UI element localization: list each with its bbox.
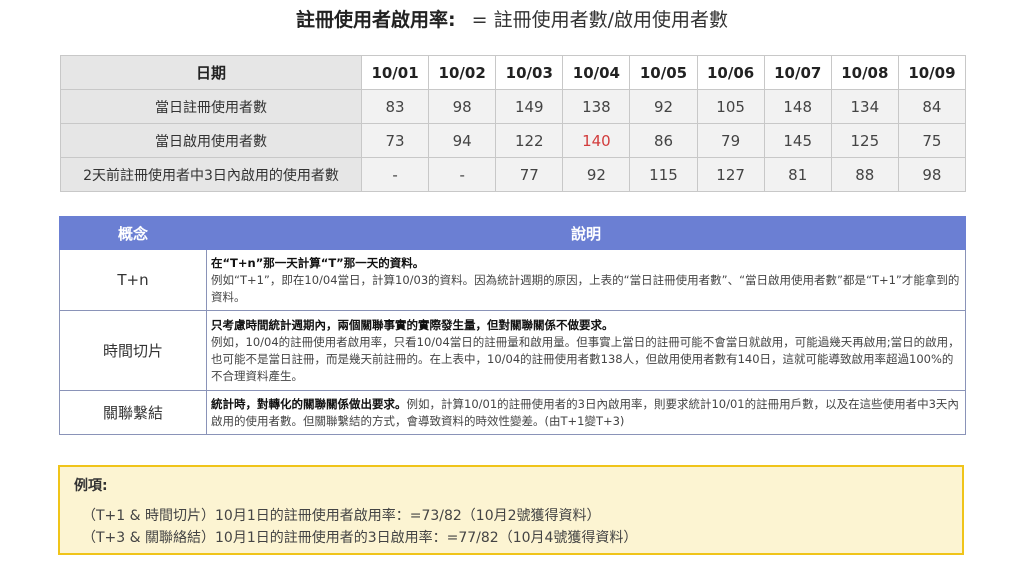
concept-term: 關聯繫結 — [59, 390, 207, 435]
highlighted-value-cell: 140 — [562, 123, 631, 158]
date-cell: 10/07 — [763, 55, 832, 90]
example-title: 例項: — [74, 478, 108, 494]
title-formula: = 註冊使用者數/啟用使用者數 — [471, 9, 729, 31]
concept-row: 時間切片 只考慮時間統計週期內，兩個關聯事實的實際發生量，但對關聯關係不做要求。… — [59, 310, 966, 391]
concept-lead: 只考慮時間統計週期內，兩個關聯事實的實際發生量，但對關聯關係不做要求。 — [211, 317, 614, 332]
value-cell: 92 — [629, 89, 698, 124]
value-cell: 98 — [897, 157, 967, 192]
description-header: 說明 — [206, 216, 966, 250]
value-cell: - — [428, 157, 497, 192]
value-cell: 149 — [495, 89, 564, 124]
table-row: 2天前註冊使用者中3日內啟用的使用者數 - - 77 92 115 127 81… — [60, 157, 967, 192]
date-cell: 10/02 — [428, 55, 497, 90]
concept-header: 概念 — [59, 216, 207, 250]
date-header: 日期 — [60, 55, 362, 90]
page-title: 註冊使用者啟用率: = 註冊使用者數/啟用使用者數 — [0, 6, 1024, 34]
date-cell: 10/08 — [830, 55, 899, 90]
value-cell: 138 — [562, 89, 631, 124]
value-cell: 127 — [696, 157, 765, 192]
value-cell: 98 — [428, 89, 497, 124]
value-cell: 134 — [830, 89, 899, 124]
value-cell: 81 — [763, 157, 832, 192]
value-cell: 88 — [830, 157, 899, 192]
concept-row: T+n 在“T+n”那一天計算“T”那一天的資料。 例如“T+1”，即在10/0… — [59, 249, 966, 311]
date-cell: 10/04 — [562, 55, 631, 90]
date-cell: 10/06 — [696, 55, 765, 90]
value-cell: 125 — [830, 123, 899, 158]
date-cell: 10/05 — [629, 55, 698, 90]
concept-lead: 在“T+n”那一天計算“T”那一天的資料。 — [211, 255, 425, 270]
value-cell: - — [360, 157, 430, 192]
value-cell: 83 — [360, 89, 430, 124]
value-cell: 79 — [696, 123, 765, 158]
value-cell: 77 — [495, 157, 564, 192]
table-row: 當日啟用使用者數 73 94 122 140 86 79 145 125 75 — [60, 123, 967, 158]
concept-lead: 統計時，對轉化的關聯關係做出要求。 — [211, 396, 407, 411]
date-cell: 10/01 — [360, 55, 430, 90]
example-line: （T+3 & 關聯絡結）10月1日的註冊使用者的3日啟用率：=77/82（10月… — [82, 530, 638, 546]
concept-term: 時間切片 — [59, 310, 207, 391]
value-cell: 145 — [763, 123, 832, 158]
value-cell: 148 — [763, 89, 832, 124]
value-cell: 122 — [495, 123, 564, 158]
row-label: 當日註冊使用者數 — [60, 89, 362, 124]
value-cell: 105 — [696, 89, 765, 124]
example-line: （T+1 & 時間切片）10月1日的註冊使用者啟用率：=73/82（10月2號獲… — [82, 508, 601, 524]
value-cell: 86 — [629, 123, 698, 158]
value-cell: 73 — [360, 123, 430, 158]
concept-body: 例如，10/04的註冊使用者啟用率，只看10/04當日的註冊量和啟用量。但事實上… — [211, 334, 960, 383]
row-label: 當日啟用使用者數 — [60, 123, 362, 158]
concept-description: 在“T+n”那一天計算“T”那一天的資料。 例如“T+1”，即在10/04當日，… — [206, 249, 966, 311]
concept-table: 概念 說明 T+n 在“T+n”那一天計算“T”那一天的資料。 例如“T+1”，… — [59, 216, 966, 435]
concept-header-row: 概念 說明 — [59, 216, 966, 250]
value-cell: 84 — [897, 89, 967, 124]
stats-table: 日期 10/01 10/02 10/03 10/04 10/05 10/06 1… — [60, 55, 967, 192]
value-cell: 92 — [562, 157, 631, 192]
date-cell: 10/09 — [897, 55, 967, 90]
concept-body: 例如“T+1”，即在10/04當日，計算10/03的資料。因為統計週期的原因，上… — [211, 272, 960, 304]
concept-description: 只考慮時間統計週期內，兩個關聯事實的實際發生量，但對關聯關係不做要求。 例如，1… — [206, 310, 966, 391]
value-cell: 94 — [428, 123, 497, 158]
table-row: 當日註冊使用者數 83 98 149 138 92 105 148 134 84 — [60, 89, 967, 124]
date-cell: 10/03 — [495, 55, 564, 90]
value-cell: 75 — [897, 123, 967, 158]
example-box: 例項: （T+1 & 時間切片）10月1日的註冊使用者啟用率：=73/82（10… — [58, 465, 964, 555]
concept-row: 關聯繫結 統計時，對轉化的關聯關係做出要求。例如，計算10/01的註冊使用者的3… — [59, 390, 966, 435]
concept-term: T+n — [59, 249, 207, 311]
value-cell: 115 — [629, 157, 698, 192]
concept-description: 統計時，對轉化的關聯關係做出要求。例如，計算10/01的註冊使用者的3日內啟用率… — [206, 390, 966, 435]
row-label: 2天前註冊使用者中3日內啟用的使用者數 — [60, 157, 362, 192]
table-header-row: 日期 10/01 10/02 10/03 10/04 10/05 10/06 1… — [60, 55, 967, 90]
title-term: 註冊使用者啟用率: — [295, 9, 456, 31]
